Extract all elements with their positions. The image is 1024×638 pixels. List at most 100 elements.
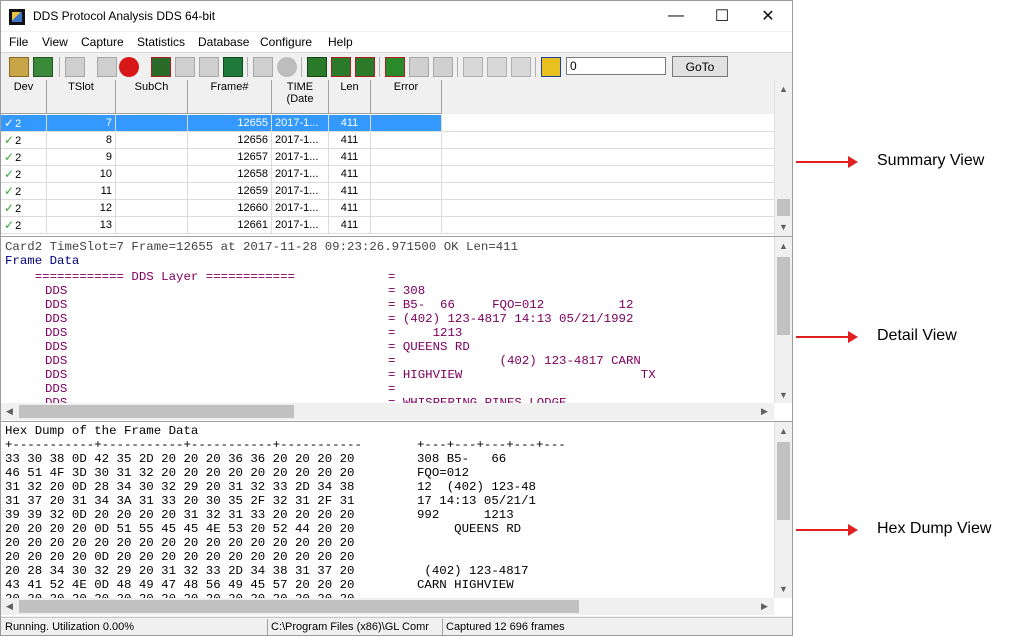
scroll-thumb[interactable] — [19, 405, 294, 418]
scroll-up-icon[interactable]: ▲ — [775, 237, 792, 254]
cell-tslot: 7 — [47, 115, 116, 132]
check-icon: ✓ — [4, 133, 15, 147]
maximize-button[interactable]: ☐ — [699, 1, 745, 31]
column-tslot[interactable]: TSlot — [47, 80, 116, 114]
pdu-icon[interactable] — [511, 57, 531, 77]
status-bar: Running. Utilization 0.00% C:\Program Fi… — [1, 617, 792, 635]
detail-field-name: DDS — [45, 368, 68, 382]
scroll-left-icon[interactable]: ◀ — [1, 598, 18, 615]
table-row[interactable]: ✓2 7 12655 2017-1... 411 — [1, 115, 442, 132]
detail-field-name: DDS — [45, 284, 68, 298]
scroll-down-icon[interactable]: ▼ — [775, 218, 792, 235]
clear-filter-icon[interactable] — [409, 57, 429, 77]
row-filler — [442, 149, 774, 166]
menu-database[interactable]: Database — [198, 35, 249, 49]
stop-icon[interactable] — [119, 57, 139, 77]
goto-button[interactable]: GoTo — [672, 56, 728, 77]
detail-field-name: DDS — [45, 382, 68, 396]
menu-file[interactable]: File — [9, 35, 28, 49]
grid-icon[interactable] — [253, 57, 273, 77]
hex-bytes: 20 20 20 20 0D 20 20 20 20 20 20 20 20 2… — [5, 550, 355, 564]
scroll-thumb[interactable] — [777, 257, 790, 335]
hex-hscrollbar[interactable]: ◀ ▶ — [1, 598, 774, 615]
table-row[interactable]: ✓2 12 12660 2017-1... 411 — [1, 200, 442, 217]
copy-icon[interactable] — [175, 57, 195, 77]
decode-d-icon[interactable] — [487, 57, 507, 77]
table-row[interactable]: ✓2 10 12658 2017-1... 411 — [1, 166, 442, 183]
close-button[interactable]: ✕ — [745, 1, 791, 31]
row-filler — [442, 166, 774, 183]
decode-c-icon[interactable] — [463, 57, 483, 77]
menu-statistics[interactable]: Statistics — [137, 35, 185, 49]
hex-view-icon[interactable] — [541, 57, 561, 77]
detail-vscrollbar[interactable]: ▲ ▼ — [774, 237, 792, 403]
row-filler — [442, 200, 774, 217]
check-icon: ✓ — [4, 150, 15, 164]
open-file-icon[interactable] — [9, 57, 29, 77]
scroll-thumb[interactable] — [777, 199, 790, 216]
cell-subch — [116, 217, 188, 234]
status-separator — [267, 619, 268, 635]
table-row[interactable]: ✓2 9 12657 2017-1... 411 — [1, 149, 442, 166]
table-row[interactable]: ✓2 8 12656 2017-1... 411 — [1, 132, 442, 149]
cell-dev: ✓2 — [1, 149, 47, 166]
reset-icon[interactable] — [433, 57, 453, 77]
cell-text: 12661 — [237, 219, 268, 231]
scroll-down-icon[interactable]: ▼ — [775, 386, 792, 403]
detail-view: Card2 TimeSlot=7 Frame=12655 at 2017-11-… — [1, 237, 792, 422]
disk-icon[interactable] — [223, 57, 243, 77]
hex-dump-title: Hex Dump of the Frame Data — [5, 424, 199, 438]
cell-frame: 12658 — [188, 166, 272, 183]
detail-hscrollbar[interactable]: ◀ ▶ — [1, 403, 774, 420]
hex-ascii: 17 14:13 05/21/1 — [417, 494, 536, 508]
cell-text: 10 — [99, 168, 112, 180]
menu-view[interactable]: View — [42, 35, 68, 49]
table-row[interactable]: ✓2 11 12659 2017-1... 411 — [1, 183, 442, 200]
search-next-icon[interactable] — [355, 57, 375, 77]
search-previous-icon[interactable] — [331, 57, 351, 77]
search-icon[interactable] — [307, 57, 327, 77]
scroll-left-icon[interactable]: ◀ — [1, 403, 18, 420]
column-error[interactable]: Error — [371, 80, 442, 114]
export-icon[interactable] — [151, 57, 171, 77]
scroll-right-icon[interactable]: ▶ — [756, 403, 773, 420]
scroll-thumb[interactable] — [777, 442, 790, 520]
scroll-down-icon[interactable]: ▼ — [775, 580, 792, 597]
cell-text: 2 — [15, 152, 22, 164]
column-time[interactable]: TIME (Date — [272, 80, 329, 114]
column-dev[interactable]: Dev — [1, 80, 47, 114]
hex-vscrollbar[interactable]: ▲ ▼ — [774, 422, 792, 598]
status-utilization: Running. Utilization 0.00% — [5, 621, 135, 633]
scroll-right-icon[interactable]: ▶ — [756, 598, 773, 615]
column-len[interactable]: Len — [329, 80, 371, 114]
cell-text: 411 — [340, 202, 359, 214]
scroll-up-icon[interactable]: ▲ — [775, 80, 792, 97]
cell-frame: 12657 — [188, 149, 272, 166]
table-row[interactable]: ✓2 13 12661 2017-1... 411 — [1, 217, 442, 234]
statistics-icon[interactable] — [277, 57, 297, 77]
set-filter-icon[interactable] — [385, 57, 405, 77]
cell-dev: ✓2 — [1, 132, 47, 149]
goto-frame-input[interactable]: 0 — [566, 57, 666, 75]
edit-icon[interactable] — [97, 57, 117, 77]
filter-icon[interactable] — [65, 57, 85, 77]
scroll-thumb[interactable] — [19, 600, 579, 613]
cell-subch — [116, 115, 188, 132]
minimize-button[interactable]: — — [653, 1, 699, 31]
summary-scrollbar[interactable]: ▲ ▼ — [774, 80, 792, 236]
scroll-up-icon[interactable]: ▲ — [775, 422, 792, 439]
summary-view-label: Summary View — [877, 152, 985, 169]
cell-tslot: 8 — [47, 132, 116, 149]
hex-bytes: 33 30 38 0D 42 35 2D 20 20 20 36 36 20 2… — [5, 452, 355, 466]
status-separator — [442, 619, 443, 635]
arrow-line — [796, 161, 850, 163]
menu-help[interactable]: Help — [328, 35, 353, 49]
cell-tslot: 12 — [47, 200, 116, 217]
column-frame[interactable]: Frame# — [188, 80, 272, 114]
menu-capture[interactable]: Capture — [81, 35, 124, 49]
menu-configure[interactable]: Configure — [260, 35, 312, 49]
save-capture-icon[interactable] — [33, 57, 53, 77]
paste-icon[interactable] — [199, 57, 219, 77]
cell-dev: ✓2 — [1, 115, 47, 132]
column-subch[interactable]: SubCh — [116, 80, 188, 114]
